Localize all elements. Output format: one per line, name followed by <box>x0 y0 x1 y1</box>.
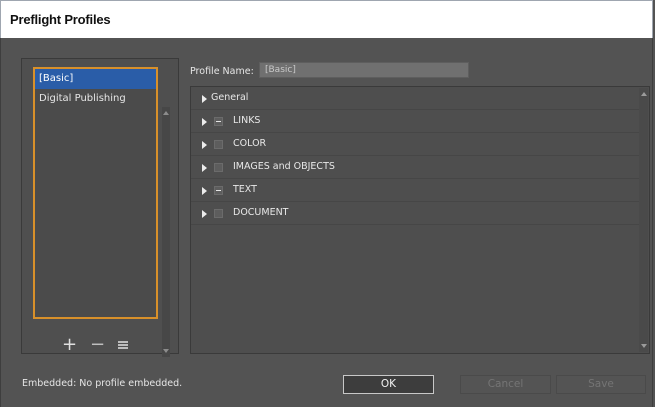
tree-row-document[interactable]: DOCUMENT <box>191 202 639 225</box>
links-checkbox[interactable] <box>214 117 223 126</box>
preflight-profiles-dialog: [Basic] Digital Publishing + − Profile N… <box>0 38 653 407</box>
tree-row-label: COLOR <box>233 138 267 149</box>
profile-name-label: Profile Name: <box>190 66 254 77</box>
tree-scrollbar[interactable] <box>639 88 648 352</box>
tree-row-label: DOCUMENT <box>233 207 289 218</box>
scroll-up-arrow-icon[interactable] <box>163 111 169 115</box>
profile-list-scrollbar[interactable] <box>162 107 170 357</box>
document-checkbox[interactable] <box>214 209 223 218</box>
profile-name-input[interactable] <box>259 62 469 78</box>
title-bar: Preflight Profiles <box>0 0 653 38</box>
expand-triangle-icon[interactable] <box>202 187 207 195</box>
window-title: Preflight Profiles <box>10 12 111 27</box>
scroll-down-arrow-icon[interactable] <box>640 344 647 348</box>
profile-list[interactable]: [Basic] Digital Publishing <box>33 67 158 319</box>
expand-triangle-icon[interactable] <box>202 118 207 126</box>
profile-item-digital-publishing[interactable]: Digital Publishing <box>35 89 156 109</box>
profiles-panel: [Basic] Digital Publishing + − <box>21 58 179 357</box>
images-objects-checkbox[interactable] <box>214 163 223 172</box>
expand-triangle-icon[interactable] <box>202 141 207 149</box>
embedded-status: Embedded: No profile embedded. <box>22 378 183 389</box>
profile-controls: + − <box>62 334 128 355</box>
tree-row-general[interactable]: General <box>191 87 639 110</box>
save-button[interactable]: Save <box>556 375 646 394</box>
ok-button[interactable]: OK <box>343 375 434 394</box>
text-checkbox[interactable] <box>214 186 223 195</box>
profile-menu-icon[interactable] <box>118 340 128 349</box>
color-checkbox[interactable] <box>214 140 223 149</box>
remove-profile-icon[interactable]: − <box>90 334 105 355</box>
profile-item-basic[interactable]: [Basic] <box>35 69 156 89</box>
tree-row-color[interactable]: COLOR <box>191 133 639 156</box>
tree-row-text[interactable]: TEXT <box>191 179 639 202</box>
scroll-down-arrow-icon[interactable] <box>163 349 169 353</box>
tree-row-label: General <box>211 92 249 103</box>
tree-row-links[interactable]: LINKS <box>191 110 639 133</box>
expand-triangle-icon[interactable] <box>202 95 207 103</box>
tree-row-images-and-objects[interactable]: IMAGES and OBJECTS <box>191 156 639 179</box>
tree-row-label: LINKS <box>233 115 261 126</box>
expand-triangle-icon[interactable] <box>202 210 207 218</box>
expand-triangle-icon[interactable] <box>202 164 207 172</box>
add-profile-icon[interactable]: + <box>62 334 77 355</box>
tree-row-label: IMAGES and OBJECTS <box>233 161 335 172</box>
preflight-rules-tree: General LINKS COLOR IMAGES and OBJECTS T… <box>190 86 650 354</box>
scroll-up-arrow-icon[interactable] <box>640 92 647 96</box>
tree-row-label: TEXT <box>233 184 257 195</box>
cancel-button[interactable]: Cancel <box>460 375 551 394</box>
